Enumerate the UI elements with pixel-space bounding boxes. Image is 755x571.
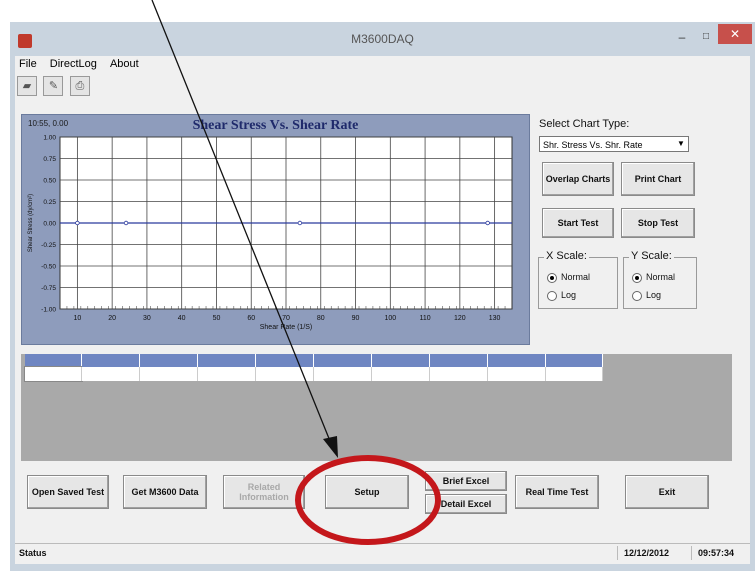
annotation-arrow-head [323, 436, 338, 458]
highlight-ellipse [295, 455, 441, 545]
annotation-arrow-line [151, 0, 331, 442]
annotation-overlay [151, 0, 441, 545]
